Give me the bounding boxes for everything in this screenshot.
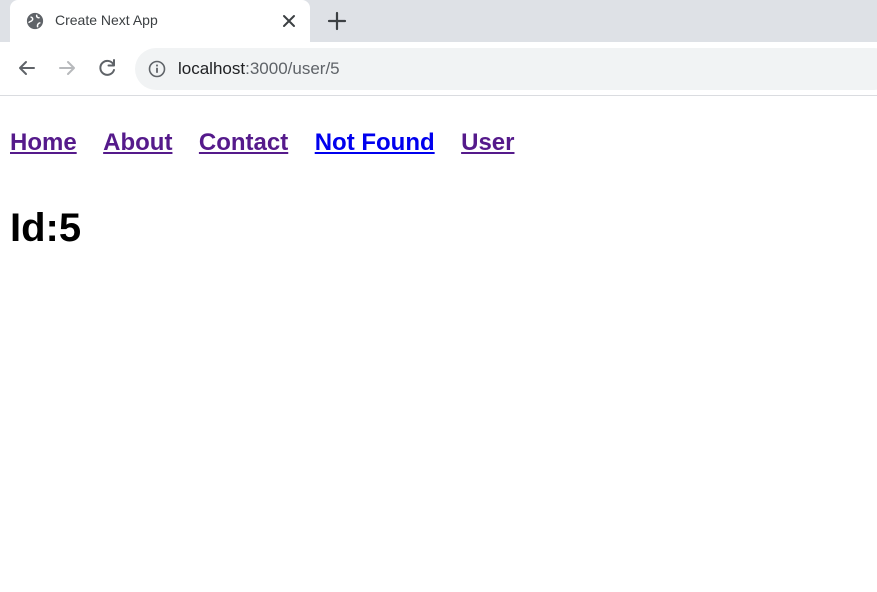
plus-icon[interactable] (327, 11, 347, 31)
arrow-right-icon[interactable] (55, 56, 79, 80)
browser-toolbar: localhost:3000/user/5 (0, 42, 877, 96)
arrow-left-icon[interactable] (15, 56, 39, 80)
nav-link-contact[interactable]: Contact (199, 129, 288, 156)
tab-strip: Create Next App (0, 0, 877, 42)
nav-link-home[interactable]: Home (10, 129, 77, 156)
page-content: Home About Contact Not Found User Id:5 (0, 96, 877, 592)
globe-icon (26, 12, 44, 30)
info-icon[interactable] (148, 60, 166, 78)
reload-icon[interactable] (95, 56, 119, 80)
nav-link-not-found[interactable]: Not Found (315, 129, 435, 156)
url-text[interactable]: localhost:3000/user/5 (178, 59, 340, 79)
page-title: Id:5 (10, 206, 82, 250)
url-path: :3000/user/5 (245, 59, 340, 78)
url-host: localhost (178, 59, 246, 78)
nav-link-about[interactable]: About (103, 129, 172, 156)
address-bar[interactable]: localhost:3000/user/5 (135, 48, 877, 90)
close-icon[interactable] (281, 13, 297, 29)
nav-link-user[interactable]: User (461, 129, 514, 156)
nav-links: Home About Contact Not Found User (10, 129, 536, 157)
browser-tab[interactable]: Create Next App (10, 0, 310, 42)
tab-title: Create Next App (55, 12, 158, 28)
